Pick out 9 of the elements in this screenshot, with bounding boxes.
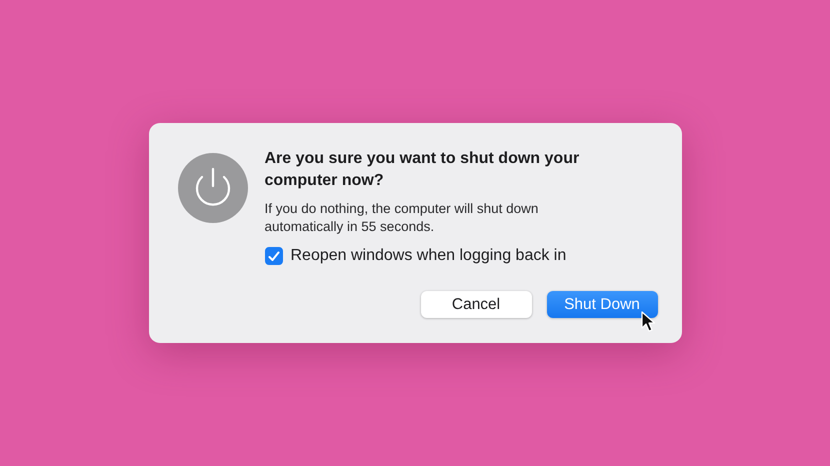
- cursor-icon: [640, 311, 656, 333]
- checkbox-label[interactable]: Reopen windows when logging back in: [290, 247, 566, 265]
- power-icon: [178, 153, 248, 223]
- cancel-button[interactable]: Cancel: [420, 291, 532, 318]
- dialog-message: If you do nothing, the computer will shut down automatically in 55 seconds.: [264, 200, 540, 236]
- dialog-title: Are you sure you want to shut down your computer now?: [264, 149, 580, 191]
- checkmark-icon: [268, 250, 280, 262]
- checkbox[interactable]: [264, 247, 282, 265]
- shut-down-button[interactable]: Shut Down: [546, 291, 658, 318]
